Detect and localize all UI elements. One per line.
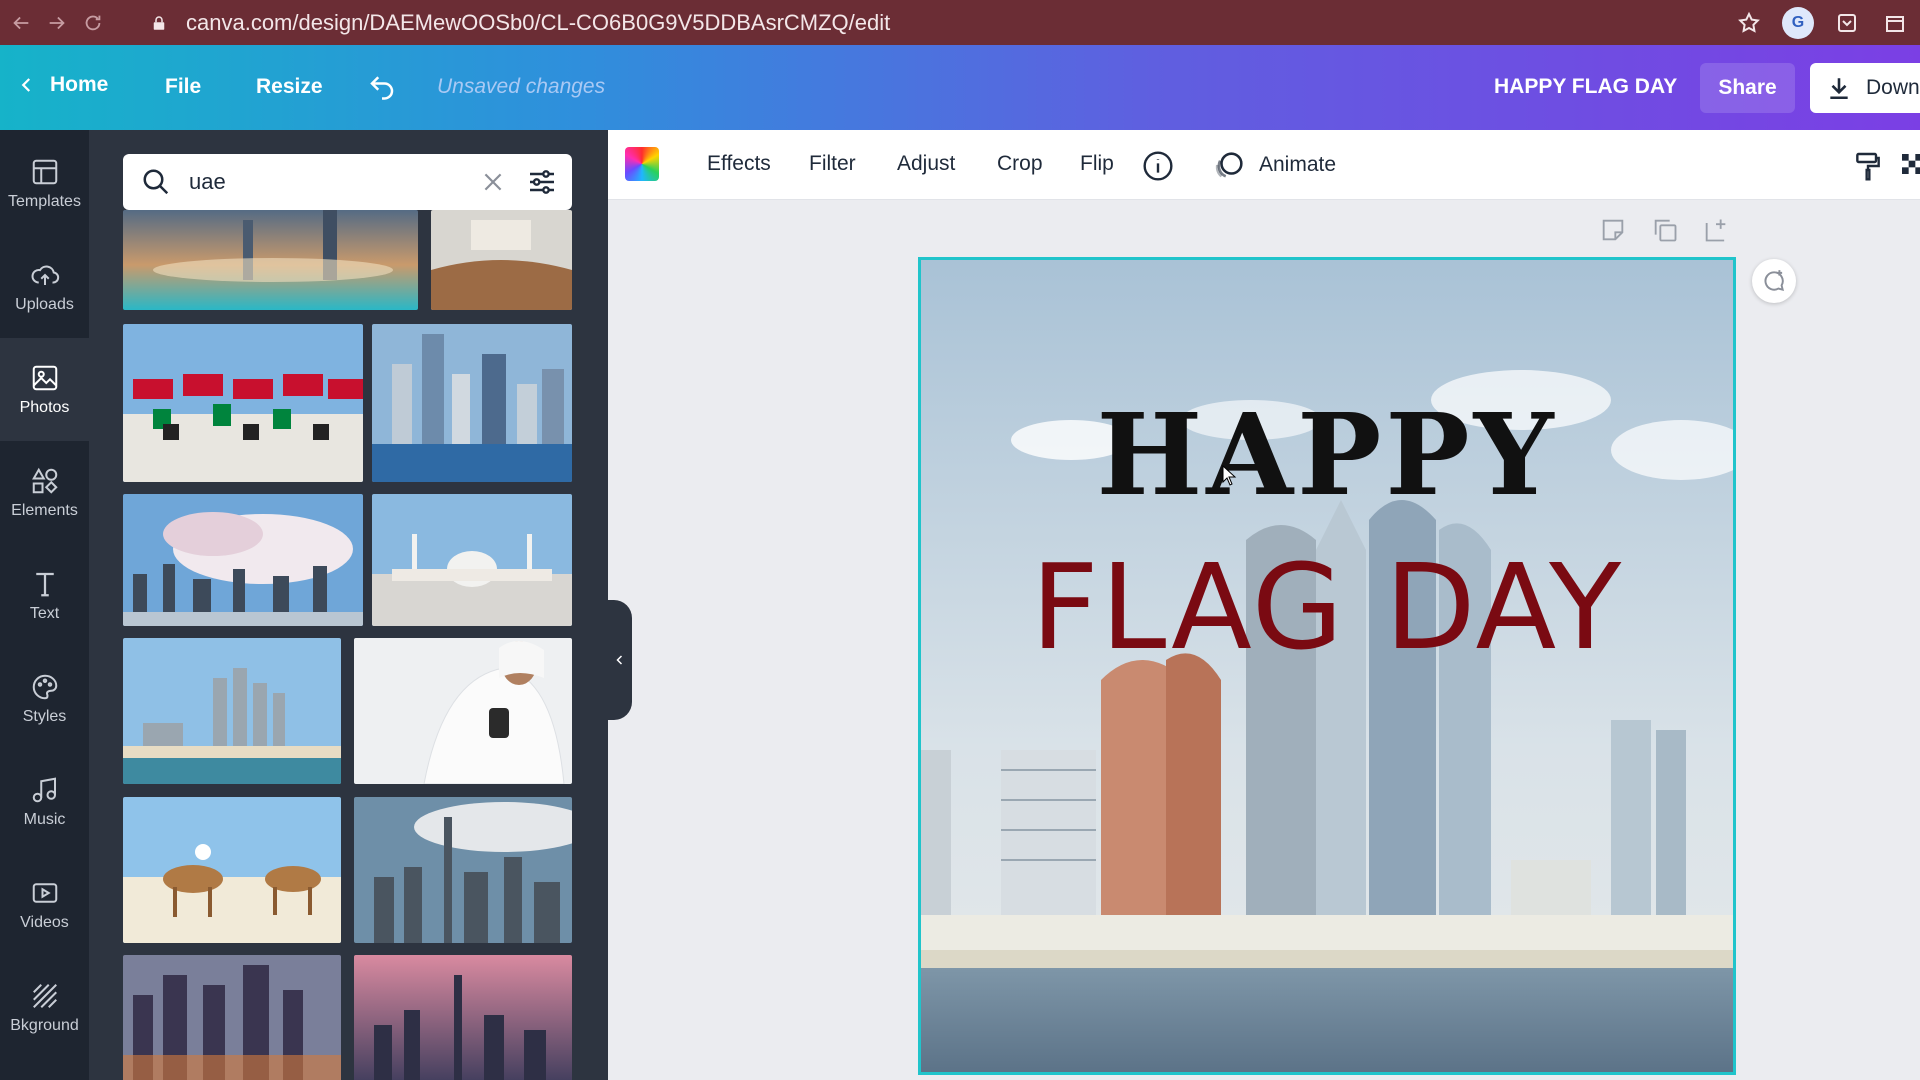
add-page-icon[interactable]	[1702, 216, 1730, 244]
browser-extensions: G	[1734, 0, 1920, 45]
adjust-button[interactable]: Adjust	[897, 152, 955, 176]
photo-thumbnail[interactable]	[123, 494, 363, 626]
photo-thumbnail[interactable]	[354, 638, 572, 784]
collapse-panel-button[interactable]	[608, 600, 632, 720]
url-text: canva.com/design/DAEMewOOSb0/CL-CO6B0G9V…	[186, 9, 891, 35]
translate-extension-icon[interactable]: G	[1782, 6, 1814, 39]
undo-icon[interactable]	[366, 71, 398, 101]
pocket-extension-icon[interactable]	[1832, 8, 1862, 38]
heading-line-2[interactable]: FLAG DAY	[921, 538, 1733, 676]
sidebar-item-text[interactable]: Text	[0, 544, 89, 647]
music-icon	[32, 777, 56, 802]
sidebar-item-music[interactable]: Music	[0, 750, 89, 853]
browser-toolbar: canva.com/design/DAEMewOOSb0/CL-CO6B0G9V…	[0, 0, 1920, 45]
star-icon[interactable]	[1734, 8, 1764, 38]
lock-icon	[153, 15, 165, 30]
sidebar-item-photos[interactable]: Photos	[0, 338, 89, 441]
background-icon	[32, 983, 57, 1008]
home-button[interactable]: Home	[18, 73, 108, 97]
search-icon	[143, 169, 169, 195]
sidebar-item-label: Music	[23, 810, 66, 828]
animate-label: Animate	[1259, 153, 1337, 176]
color-picker-button[interactable]	[625, 147, 659, 181]
mouse-cursor-icon	[1222, 465, 1237, 486]
photo-thumbnail[interactable]	[123, 210, 418, 310]
video-icon	[32, 882, 57, 903]
extension-icon[interactable]	[1880, 8, 1910, 38]
animate-icon	[1215, 152, 1243, 178]
crop-button[interactable]: Crop	[997, 152, 1043, 176]
home-label: Home	[50, 73, 109, 96]
sidebar-item-background[interactable]: Bkground	[0, 956, 89, 1059]
photo-thumbnail[interactable]	[431, 210, 572, 310]
download-button[interactable]: Down	[1810, 63, 1920, 113]
info-icon[interactable]	[1142, 150, 1174, 182]
photo-thumbnail[interactable]	[123, 638, 341, 784]
photo-thumbnail[interactable]	[354, 955, 572, 1080]
flip-button[interactable]: Flip	[1080, 152, 1114, 176]
sidebar-item-styles[interactable]: Styles	[0, 647, 89, 750]
photos-icon	[32, 365, 57, 390]
text-icon	[35, 572, 54, 596]
photo-thumbnail[interactable]	[123, 324, 363, 482]
chevron-left-icon	[616, 655, 623, 665]
photo-thumbnail[interactable]	[372, 324, 572, 482]
transparency-icon[interactable]	[1898, 150, 1920, 182]
chevron-left-icon	[21, 78, 31, 92]
forward-icon[interactable]	[42, 8, 72, 38]
sidebar-item-templates[interactable]: Templates	[0, 132, 89, 235]
sidebar-item-label: Videos	[20, 913, 69, 931]
search-input[interactable]: uae	[189, 169, 480, 195]
animate-button[interactable]: Animate	[1213, 148, 1336, 182]
download-icon	[1830, 78, 1848, 100]
sidebar-item-uploads[interactable]: Uploads	[0, 235, 89, 338]
image-toolbar: Effects Filter Adjust Crop Flip Animate	[608, 130, 1920, 200]
file-menu[interactable]: File	[165, 75, 201, 99]
save-status: Unsaved changes	[437, 75, 606, 98]
upload-cloud-icon	[31, 265, 59, 285]
sidebar-item-videos[interactable]: Videos	[0, 853, 89, 956]
sidebar-item-label: Templates	[8, 192, 81, 210]
photo-thumbnail[interactable]	[123, 797, 341, 943]
filter-settings-icon[interactable]	[526, 166, 558, 198]
paint-roller-icon[interactable]	[1852, 150, 1884, 182]
photo-thumbnail[interactable]	[123, 955, 341, 1080]
comment-icon	[1764, 270, 1785, 292]
add-comment-button[interactable]	[1752, 259, 1796, 303]
share-button[interactable]: Share	[1700, 63, 1795, 113]
sidebar-item-label: Bkground	[10, 1016, 79, 1034]
close-icon[interactable]	[480, 169, 506, 195]
templates-icon	[32, 159, 57, 184]
back-icon[interactable]	[6, 8, 36, 38]
effects-button[interactable]: Effects	[707, 152, 771, 176]
photo-thumbnail[interactable]	[354, 797, 572, 943]
sidebar-item-label: Styles	[22, 707, 67, 725]
photos-panel: uae	[89, 130, 608, 1080]
editor-header: Home File Resize Unsaved changes HAPPY F…	[0, 45, 1920, 130]
design-canvas[interactable]: HAPPY FLAG DAY	[918, 257, 1736, 1075]
add-note-icon[interactable]	[1599, 216, 1627, 244]
resize-button[interactable]: Resize	[256, 75, 323, 99]
search-box[interactable]: uae	[123, 154, 572, 210]
sidebar-item-label: Uploads	[15, 295, 74, 313]
sidebar-item-label: Elements	[11, 501, 78, 519]
reload-icon[interactable]	[78, 8, 108, 38]
duplicate-page-icon[interactable]	[1651, 216, 1679, 244]
sidebar-item-label: Photos	[19, 398, 70, 416]
heading-line-1[interactable]: HAPPY	[921, 390, 1733, 521]
sidebar-rail: Templates Uploads Photos Elements Text S…	[0, 130, 89, 1080]
design-title[interactable]: HAPPY FLAG DAY	[1494, 75, 1677, 99]
address-bar[interactable]: canva.com/design/DAEMewOOSb0/CL-CO6B0G9V…	[150, 6, 1770, 39]
elements-icon	[31, 467, 58, 494]
filter-button[interactable]: Filter	[809, 152, 856, 176]
sidebar-item-label: Text	[29, 604, 60, 622]
photo-thumbnail[interactable]	[372, 494, 572, 626]
sidebar-item-elements[interactable]: Elements	[0, 441, 89, 544]
palette-icon	[32, 674, 57, 699]
download-label: Down	[1866, 76, 1920, 99]
